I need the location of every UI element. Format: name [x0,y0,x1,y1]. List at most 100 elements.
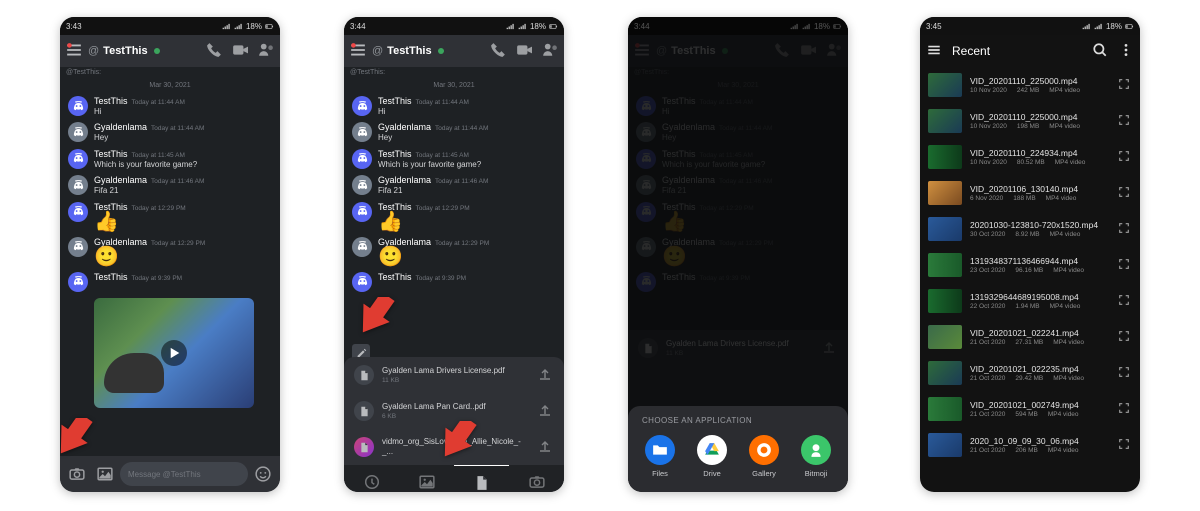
more-button[interactable] [1118,42,1134,60]
message[interactable]: GyaldenlamaToday at 11:44 AMHey [60,119,280,145]
video-row[interactable]: VID_20201110_224934.mp4 10 Nov 202080.52… [920,139,1140,175]
message[interactable]: GyaldenlamaToday at 11:46 AMFifa 21 [60,172,280,198]
app-gallery[interactable]: Gallery [749,435,779,478]
search-button[interactable] [1092,42,1108,60]
file-type: MP4 video [1048,411,1079,418]
screen-app-chooser: 3:44 18% @TestThis @TestThis: Mar 30, 20… [628,17,848,492]
video-thumb [928,145,962,169]
expand-icon [1118,186,1132,200]
video-button[interactable] [232,42,248,60]
author: Gyaldenlama [94,122,147,132]
app-drive[interactable]: Drive [697,435,727,478]
play-button[interactable] [161,340,187,366]
screen-attach-drawer: 3:44 18% @ TestThis @TestThis: Mar 30, 2… [344,17,564,492]
date-divider: Mar 30, 2021 [60,78,280,93]
gallery-icon [749,435,779,465]
drawer-tabs [344,465,564,492]
tab-recent[interactable] [344,465,399,492]
channel-title: TestThis [103,45,147,57]
menu-button[interactable] [926,42,942,60]
video-thumb [928,253,962,277]
video-row[interactable]: 2020_10_09_09_30_06.mp4 21 Oct 2020206 M… [920,427,1140,463]
battery-icon [549,22,558,31]
expand-icon [1118,258,1132,272]
author: TestThis [94,96,128,106]
file-name: 20201030-123810-720x1520.mp4 [970,220,1110,230]
channel-title: TestThis [387,45,431,57]
message[interactable]: TestThisToday at 11:45 AMWhich is your f… [60,146,280,172]
video-row[interactable]: 1319348371136466944.mp4 23 Oct 202096.16… [920,247,1140,283]
video-thumb [928,289,962,313]
video-row[interactable]: VID_20201110_225000.mp4 10 Nov 2020242 M… [920,67,1140,103]
annotation-arrow [442,421,486,467]
message[interactable]: TestThisToday at 11:44 AMHi [60,93,280,119]
file-size: 96.16 MB [1015,267,1043,274]
emoji-button[interactable] [250,461,276,487]
video-thumb [928,73,962,97]
author: TestThis [378,149,412,159]
message[interactable]: TestThisToday at 12:29 PM👍 [60,199,280,234]
expand-icon [1118,438,1132,452]
message[interactable]: TestThisToday at 11:44 AMHi [344,93,564,119]
status-bar: 3:43 18% [60,17,280,35]
file-date: 21 Oct 2020 [970,447,1005,454]
app-files[interactable]: Files [645,435,675,478]
video-thumb [928,109,962,133]
message[interactable]: TestThisToday at 12:29 PM👍 [344,199,564,234]
message[interactable]: TestThisToday at 9:39 PM [60,269,280,294]
video-row[interactable]: VID_20201021_022241.mp4 21 Oct 202027.31… [920,319,1140,355]
folder-icon [645,435,675,465]
menu-button[interactable] [66,42,82,60]
avatar [352,272,372,292]
video-row[interactable]: VID_20201110_225000.mp4 10 Nov 2020198 M… [920,103,1140,139]
annotation-arrow [360,297,404,343]
timestamp: Today at 11:44 AM [416,99,469,106]
video-attachment[interactable] [94,298,254,408]
avatar [352,237,372,257]
timestamp: Today at 11:45 AM [416,152,469,159]
video-thumb [928,217,962,241]
message[interactable]: TestThisToday at 11:45 AMWhich is your f… [344,146,564,172]
video-row[interactable]: VID_20201021_002749.mp4 21 Oct 2020594 M… [920,391,1140,427]
members-button[interactable] [542,42,558,60]
screen-file-picker: 3:45 18% Recent VID_20201110_225000.mp4 … [920,17,1140,492]
author: Gyaldenlama [378,175,431,185]
file-date: 23 Oct 2020 [970,267,1005,274]
file-size: 198 MB [1017,123,1039,130]
message[interactable]: GyaldenlamaToday at 11:44 AMHey [344,119,564,145]
status-bar: 3:44 18% [344,17,564,35]
expand-icon [1118,402,1132,416]
avatar [352,175,372,195]
file-name: VID_20201021_022235.mp4 [970,364,1110,374]
video-row[interactable]: 1319329644689195008.mp4 22 Oct 20201.94 … [920,283,1140,319]
file-row[interactable]: Gyalden Lama Drivers License.pdf11 KB [344,357,564,393]
app-bitmoji[interactable]: Bitmoji [801,435,831,478]
menu-button[interactable] [350,42,366,60]
message-input[interactable]: Message @TestThis [120,462,248,486]
message[interactable]: TestThisToday at 9:39 PM [344,269,564,294]
call-button[interactable] [206,42,222,60]
tab-images[interactable] [399,465,454,492]
video-row[interactable]: VID_20201021_022235.mp4 21 Oct 202029.42… [920,355,1140,391]
annotation-arrow [60,418,102,464]
tab-files[interactable] [454,465,509,492]
timestamp: Today at 9:39 PM [416,275,467,282]
message[interactable]: GyaldenlamaToday at 11:46 AMFifa 21 [344,172,564,198]
camera-button[interactable] [64,461,90,487]
tab-camera[interactable] [509,465,564,492]
video-row[interactable]: VID_20201106_130140.mp4 6 Nov 2020188 MB… [920,175,1140,211]
author: TestThis [94,272,128,282]
avatar [68,122,88,142]
message[interactable]: GyaldenlamaToday at 12:29 PM🙂 [344,234,564,269]
video-row[interactable]: 20201030-123810-720x1520.mp4 30 Oct 2020… [920,211,1140,247]
upload-icon [538,367,554,383]
signal-icon [222,22,231,31]
gallery-button[interactable] [92,461,118,487]
file-size: 206 MB [1015,447,1037,454]
members-button[interactable] [258,42,274,60]
video-button[interactable] [516,42,532,60]
application-chooser: CHOOSE AN APPLICATION Files Drive Galler… [628,406,848,492]
message[interactable]: GyaldenlamaToday at 12:29 PM🙂 [60,234,280,269]
call-button[interactable] [490,42,506,60]
file-name: VID_20201110_224934.mp4 [970,148,1110,158]
